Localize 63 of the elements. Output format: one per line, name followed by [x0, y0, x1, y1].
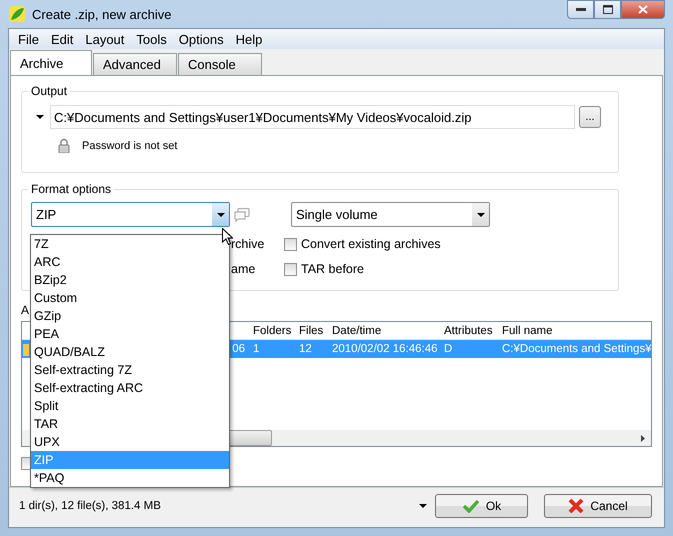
dropdown-option[interactable]: Custom — [31, 289, 229, 307]
column-header[interactable]: Attributes — [436, 324, 494, 336]
minimize-icon — [576, 8, 586, 12]
right-arrow-icon[interactable] — [641, 434, 645, 442]
output-path-field[interactable]: C:¥Documents and Settings¥user1¥Documents¥My Videos¥vocaloid.zip — [50, 105, 575, 129]
caret-icon — [476, 212, 484, 216]
dropdown-option[interactable]: BZip2 — [31, 271, 229, 289]
maximize-button[interactable] — [594, 0, 621, 19]
table-cell-text: 1 — [252, 343, 260, 355]
dropdown-option[interactable]: UPX — [31, 433, 229, 451]
checkmark-icon — [462, 499, 480, 513]
table-cell: 06 — [232, 343, 245, 355]
checkbox[interactable]: Convert existing archives — [284, 237, 441, 251]
checkbox-label: ame — [231, 262, 256, 276]
column-header[interactable]: Date/time — [324, 324, 436, 336]
menu-item[interactable]: Tools — [130, 32, 173, 46]
group-label: Format options — [28, 182, 114, 196]
tab[interactable]: Advanced — [93, 53, 177, 75]
window-title: Create .zip, new archive — [32, 6, 172, 22]
close-icon — [638, 5, 648, 14]
menu-item[interactable]: File — [12, 32, 45, 46]
column-header[interactable]: Full name — [494, 324, 651, 336]
checkbox[interactable]: TAR before — [284, 262, 364, 276]
caret-icon[interactable] — [36, 115, 44, 119]
dropdown-option[interactable]: Split — [31, 397, 229, 415]
cancel-button[interactable]: Cancel — [544, 494, 652, 518]
dropdown-option[interactable]: TAR — [31, 415, 229, 433]
column-header[interactable]: Folders — [245, 324, 291, 336]
menu-item[interactable]: Edit — [44, 32, 80, 46]
cross-icon — [568, 498, 584, 514]
column-header[interactable]: Files — [291, 324, 324, 336]
table-cell-text: 12 — [298, 343, 313, 355]
format-dropdown[interactable]: ZIP — [31, 202, 230, 227]
dropdown-option[interactable]: ARC — [31, 253, 229, 271]
checkbox-label: rchive — [231, 237, 266, 251]
dropdown-option[interactable]: QUAD/BALZ — [31, 343, 229, 361]
list-label: A — [21, 303, 30, 317]
maximize-icon — [602, 5, 612, 14]
dropdown-option[interactable]: Self-extracting ARC — [31, 379, 229, 397]
lock-icon[interactable] — [58, 138, 70, 153]
close-button[interactable] — [621, 0, 665, 19]
dropdown-option[interactable]: PEA — [31, 325, 229, 343]
tab[interactable]: Archive — [10, 50, 92, 76]
table-cell-text: D — [443, 343, 454, 355]
dropdown-option[interactable]: Self-extracting 7Z — [31, 361, 229, 379]
dropdown-option[interactable]: *PAQ — [31, 469, 229, 487]
group-label: Output — [28, 84, 70, 98]
caret-icon — [216, 212, 224, 216]
caret-icon[interactable] — [419, 504, 427, 508]
status-text: 1 dir(s), 12 file(s), 381.4 MB — [19, 500, 161, 512]
leaf-icon — [9, 6, 25, 22]
tab[interactable]: Console — [178, 53, 262, 75]
menu-item[interactable]: Layout — [79, 32, 130, 46]
password-status: Password is not set — [82, 140, 178, 152]
menu-item[interactable]: Options — [172, 32, 230, 46]
volume-dropdown[interactable]: Single volume — [291, 202, 490, 227]
folder-icon — [23, 344, 29, 356]
ok-button[interactable]: Ok — [435, 494, 528, 518]
table-cell-text: 2010/02/02 16:46:46 — [331, 343, 436, 355]
minimize-button[interactable] — [567, 0, 594, 19]
browse-button[interactable]: ... — [579, 106, 601, 128]
menu-item[interactable]: Help — [230, 32, 268, 46]
dropdown-option[interactable]: GZip — [31, 307, 229, 325]
